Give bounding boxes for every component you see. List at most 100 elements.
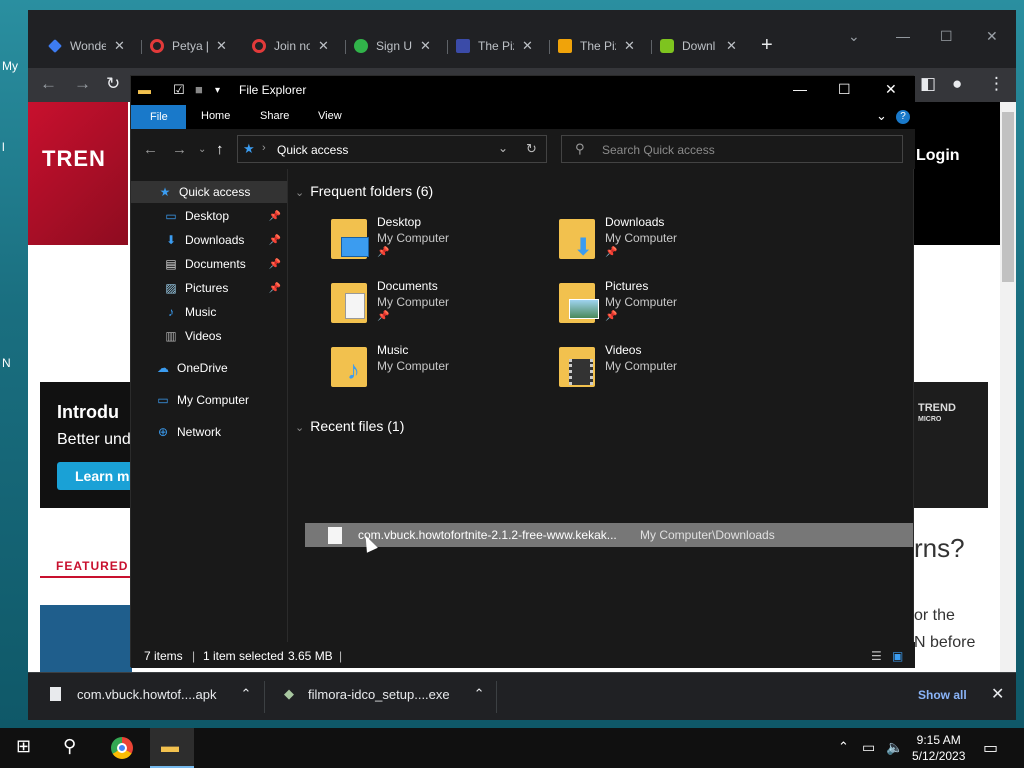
- desktop-label[interactable]: N: [2, 356, 11, 370]
- maximize-icon[interactable]: ☐: [838, 81, 851, 98]
- tab-search-icon[interactable]: ⌄: [848, 28, 860, 45]
- tab-share[interactable]: Share: [260, 110, 289, 122]
- close-icon[interactable]: ✕: [216, 38, 227, 54]
- tab-file[interactable]: File: [131, 105, 186, 129]
- folder-tile-pictures[interactable]: Pictures My Computer 📌: [559, 279, 779, 335]
- folder-tile-desktop[interactable]: Desktop My Computer 📌: [331, 215, 551, 271]
- browser-tab[interactable]: Wonde ✕: [48, 36, 125, 56]
- chevron-down-icon[interactable]: ⌄: [295, 422, 304, 434]
- search-icon[interactable]: ⚲: [63, 736, 76, 757]
- new-folder-icon[interactable]: ■: [195, 82, 203, 97]
- customize-toolbar-icon[interactable]: ▾: [215, 85, 220, 96]
- browser-tab[interactable]: Sign U ✕: [354, 36, 431, 56]
- expand-ribbon-icon[interactable]: ⌄: [876, 108, 887, 124]
- folder-tile-documents[interactable]: Documents My Computer 📌: [331, 279, 551, 335]
- show-all-button[interactable]: Show all: [918, 688, 967, 702]
- nav-item-downloads[interactable]: ⬇ Downloads 📌: [131, 229, 287, 251]
- close-icon[interactable]: ✕: [420, 38, 431, 54]
- chevron-up-icon[interactable]: ⌃: [240, 686, 251, 702]
- recent-file-row[interactable]: com.vbuck.howtofortnite-2.1.2-free-www.k…: [305, 523, 913, 547]
- recent-files-header[interactable]: ⌄ Recent files (1): [295, 418, 404, 434]
- forward-arrow-icon[interactable]: →: [74, 74, 91, 94]
- nav-item-music[interactable]: ♪ Music: [131, 301, 287, 323]
- reload-icon[interactable]: ↻: [106, 74, 120, 94]
- help-icon[interactable]: ?: [896, 110, 910, 124]
- download-item[interactable]: ◆ filmora-idco_setup....exe ⌃: [284, 686, 485, 702]
- close-icon[interactable]: ✕: [624, 38, 635, 54]
- folder-tile-music[interactable]: ♪ Music My Computer: [331, 343, 551, 399]
- start-windows-icon[interactable]: ⊞: [16, 736, 31, 757]
- desktop-label[interactable]: My: [2, 59, 18, 73]
- search-input[interactable]: ⚲ Search Quick access: [561, 135, 903, 163]
- folder-tile-videos[interactable]: Videos My Computer: [559, 343, 779, 399]
- minimize-icon[interactable]: —: [896, 28, 910, 44]
- new-tab-button[interactable]: +: [761, 34, 773, 57]
- chrome-icon[interactable]: [111, 737, 133, 759]
- picture-icon: ▨: [165, 281, 177, 295]
- back-arrow-icon[interactable]: ←: [40, 74, 57, 94]
- up-arrow-icon[interactable]: ↑: [216, 141, 224, 158]
- system-clock[interactable]: 9:15 AM 5/12/2023: [912, 732, 965, 764]
- chevron-up-icon[interactable]: ⌃: [838, 739, 849, 755]
- tab-view[interactable]: View: [318, 110, 342, 122]
- browser-tab[interactable]: Petya [ ✕: [150, 36, 227, 56]
- login-link[interactable]: Login: [916, 147, 960, 165]
- scrollbar-thumb[interactable]: [1002, 112, 1014, 282]
- featured-image[interactable]: [40, 605, 132, 672]
- browser-tab[interactable]: Downl ✕: [660, 36, 737, 56]
- profile-icon[interactable]: ●: [952, 74, 962, 94]
- close-icon[interactable]: ✕: [726, 38, 737, 54]
- address-bar[interactable]: ★ › Quick access ⌄ ↻: [237, 135, 547, 163]
- close-icon[interactable]: ✕: [318, 38, 329, 54]
- download-divider: [496, 681, 497, 713]
- network-icon[interactable]: ▭: [862, 739, 875, 756]
- close-icon[interactable]: ✕: [885, 81, 897, 98]
- tab-home[interactable]: Home: [201, 110, 230, 122]
- file-explorer-icon[interactable]: ▬: [161, 736, 179, 757]
- featured-label[interactable]: FEATURED: [56, 559, 128, 573]
- close-icon[interactable]: ✕: [522, 38, 533, 54]
- nav-item-documents[interactable]: ▤ Documents 📌: [131, 253, 287, 275]
- refresh-icon[interactable]: ↻: [526, 141, 537, 157]
- chevron-down-icon[interactable]: ⌄: [295, 187, 304, 199]
- download-item[interactable]: com.vbuck.howtof....apk ⌃: [50, 686, 251, 702]
- minimize-icon[interactable]: —: [793, 81, 807, 97]
- file-explorer-window: ▬ ☑ ■ ▾ File Explorer — ☐ ✕ File Home Sh…: [130, 75, 915, 668]
- nav-item-onedrive[interactable]: ☁ OneDrive: [131, 357, 287, 379]
- ribbon-tabs: File Home Share View ⌄ ?: [131, 105, 915, 129]
- learn-more-button[interactable]: Learn m: [57, 462, 137, 490]
- menu-kebab-icon[interactable]: ⋮: [988, 74, 1005, 94]
- recent-locations-icon[interactable]: ⌄: [198, 144, 206, 155]
- chevron-down-icon[interactable]: ⌄: [498, 141, 508, 155]
- browser-tab[interactable]: The Piz ✕: [456, 36, 533, 56]
- frequent-folders-header[interactable]: ⌄ Frequent folders (6): [295, 183, 433, 199]
- folder-location: My Computer: [377, 231, 450, 245]
- maximize-icon[interactable]: ☐: [940, 28, 953, 45]
- nav-item-desktop[interactable]: ▭ Desktop 📌: [131, 205, 287, 227]
- header-banner: [28, 102, 128, 245]
- nav-item-videos[interactable]: ▥ Videos: [131, 325, 287, 347]
- chevron-up-icon[interactable]: ⌃: [474, 686, 485, 702]
- details-view-icon[interactable]: ☰: [871, 649, 882, 663]
- desktop-label[interactable]: l: [2, 140, 5, 154]
- tiles-view-icon[interactable]: ▣: [892, 649, 903, 663]
- site-logo[interactable]: TREN: [42, 146, 106, 172]
- side-panel-icon[interactable]: ◧: [920, 74, 936, 94]
- volume-icon[interactable]: 🔈: [886, 739, 903, 756]
- browser-tab-active[interactable]: Join no ✕: [252, 36, 329, 56]
- nav-item-my-computer[interactable]: ▭ My Computer: [131, 389, 287, 411]
- close-icon[interactable]: ✕: [114, 38, 125, 54]
- brand-mark-line: TREND: [918, 402, 956, 414]
- properties-icon[interactable]: ☑: [173, 82, 185, 98]
- selection-count: 1 item selected: [203, 649, 284, 663]
- nav-item-quick-access[interactable]: ★ Quick access: [131, 181, 287, 203]
- close-icon[interactable]: ✕: [986, 28, 998, 45]
- nav-item-pictures[interactable]: ▨ Pictures 📌: [131, 277, 287, 299]
- notification-icon[interactable]: ▭: [983, 738, 998, 758]
- folder-tile-downloads[interactable]: ⬇ Downloads My Computer 📌: [559, 215, 779, 271]
- forward-arrow-icon[interactable]: →: [172, 141, 187, 158]
- nav-item-network[interactable]: ⊕ Network: [131, 421, 287, 443]
- back-arrow-icon[interactable]: ←: [143, 141, 158, 158]
- browser-tab[interactable]: The Piz ✕: [558, 36, 635, 56]
- close-icon[interactable]: ✕: [991, 684, 1004, 704]
